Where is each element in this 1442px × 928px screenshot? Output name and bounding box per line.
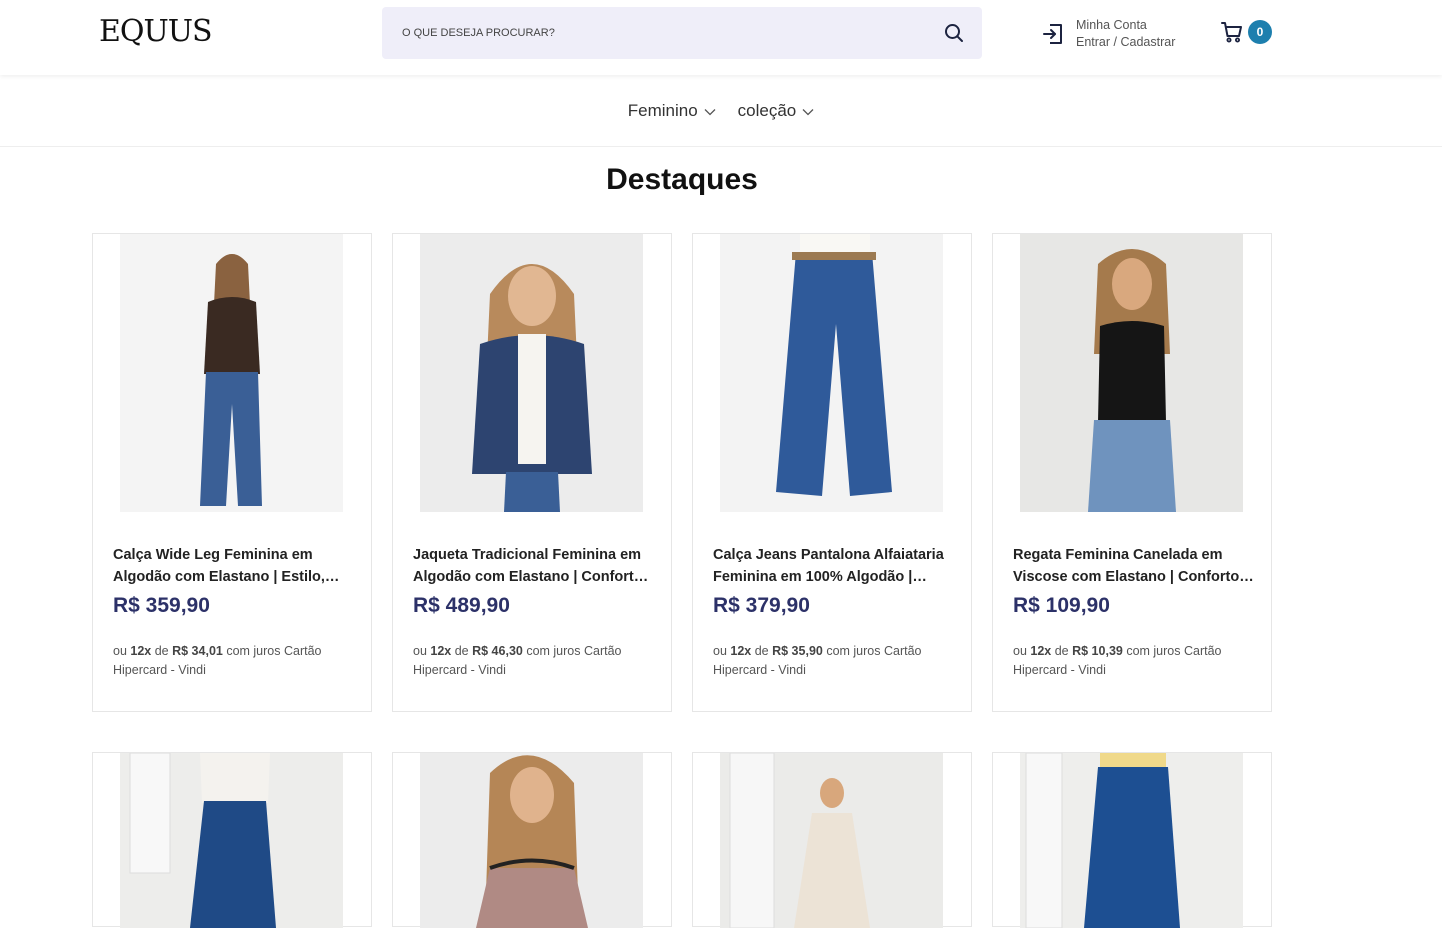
- product-installments: ou 12x de R$ 10,39 com juros Cartão Hipe…: [1013, 644, 1222, 677]
- product-price: R$ 379,90: [713, 594, 810, 617]
- product-installments: ou 12x de R$ 35,90 com juros Cartão Hipe…: [713, 644, 922, 677]
- account-text: Minha Conta Entrar / Cadastrar: [1076, 17, 1175, 51]
- nav-item-label: coleção: [737, 100, 797, 120]
- nav-item-feminino[interactable]: Feminino: [628, 101, 716, 121]
- product-image[interactable]: [120, 234, 343, 512]
- main-nav: Feminino coleção: [0, 75, 1442, 147]
- search-input[interactable]: [382, 7, 922, 59]
- product-card[interactable]: [692, 752, 972, 928]
- chevron-down-icon: [802, 109, 814, 116]
- product-image[interactable]: [1020, 234, 1243, 512]
- product-name[interactable]: Calça Jeans Pantalona Alfaiataria Femini…: [713, 544, 955, 588]
- account-title: Minha Conta: [1076, 18, 1147, 32]
- login-icon: [1043, 24, 1062, 44]
- product-name[interactable]: Jaqueta Tradicional Feminina em Algodão …: [413, 544, 655, 588]
- chevron-down-icon: [704, 109, 716, 116]
- product-installments: ou 12x de R$ 46,30 com juros Cartão Hipe…: [413, 644, 622, 677]
- product-name[interactable]: Calça Wide Leg Feminina em Algodão com E…: [113, 544, 355, 588]
- nav-item-colecao[interactable]: coleção: [738, 101, 815, 121]
- account-menu[interactable]: Minha Conta Entrar / Cadastrar: [1040, 14, 1175, 54]
- site-header: EQUUS Minha Conta Entrar / Cadastrar: [0, 0, 1442, 75]
- product-image[interactable]: [120, 753, 343, 928]
- product-card[interactable]: Calça Wide Leg Feminina em Algodão com E…: [92, 233, 372, 712]
- search-button[interactable]: [940, 19, 968, 47]
- product-name[interactable]: Regata Feminina Canelada em Viscose com …: [1013, 544, 1255, 588]
- product-image[interactable]: [1020, 753, 1243, 928]
- cart-count-badge: 0: [1248, 20, 1272, 44]
- cart-button[interactable]: 0: [1220, 20, 1272, 44]
- store-logo[interactable]: EQUUS: [99, 14, 213, 50]
- product-image[interactable]: [720, 753, 943, 928]
- product-card[interactable]: [992, 752, 1272, 928]
- product-card[interactable]: [392, 752, 672, 928]
- product-price: R$ 109,90: [1013, 594, 1110, 617]
- product-card[interactable]: Calça Jeans Pantalona Alfaiataria Femini…: [692, 233, 972, 712]
- account-links: Entrar / Cadastrar: [1076, 34, 1175, 51]
- section-title: Destaques: [606, 163, 758, 196]
- register-link[interactable]: Cadastrar: [1120, 35, 1175, 49]
- product-price: R$ 489,90: [413, 594, 510, 617]
- nav-item-label: Feminino: [627, 100, 698, 120]
- product-image[interactable]: [420, 234, 643, 512]
- product-card[interactable]: [92, 752, 372, 928]
- search-icon: [945, 24, 963, 42]
- product-image[interactable]: [420, 753, 643, 928]
- product-card[interactable]: Jaqueta Tradicional Feminina em Algodão …: [392, 233, 672, 712]
- search-bar: [382, 7, 982, 59]
- product-price: R$ 359,90: [113, 594, 210, 617]
- account-separator: /: [1110, 35, 1121, 49]
- cart-icon: [1221, 22, 1242, 43]
- product-installments: ou 12x de R$ 34,01 com juros Cartão Hipe…: [113, 644, 322, 677]
- product-card[interactable]: Regata Feminina Canelada em Viscose com …: [992, 233, 1272, 712]
- product-image[interactable]: [720, 234, 943, 512]
- login-link[interactable]: Entrar: [1076, 35, 1110, 49]
